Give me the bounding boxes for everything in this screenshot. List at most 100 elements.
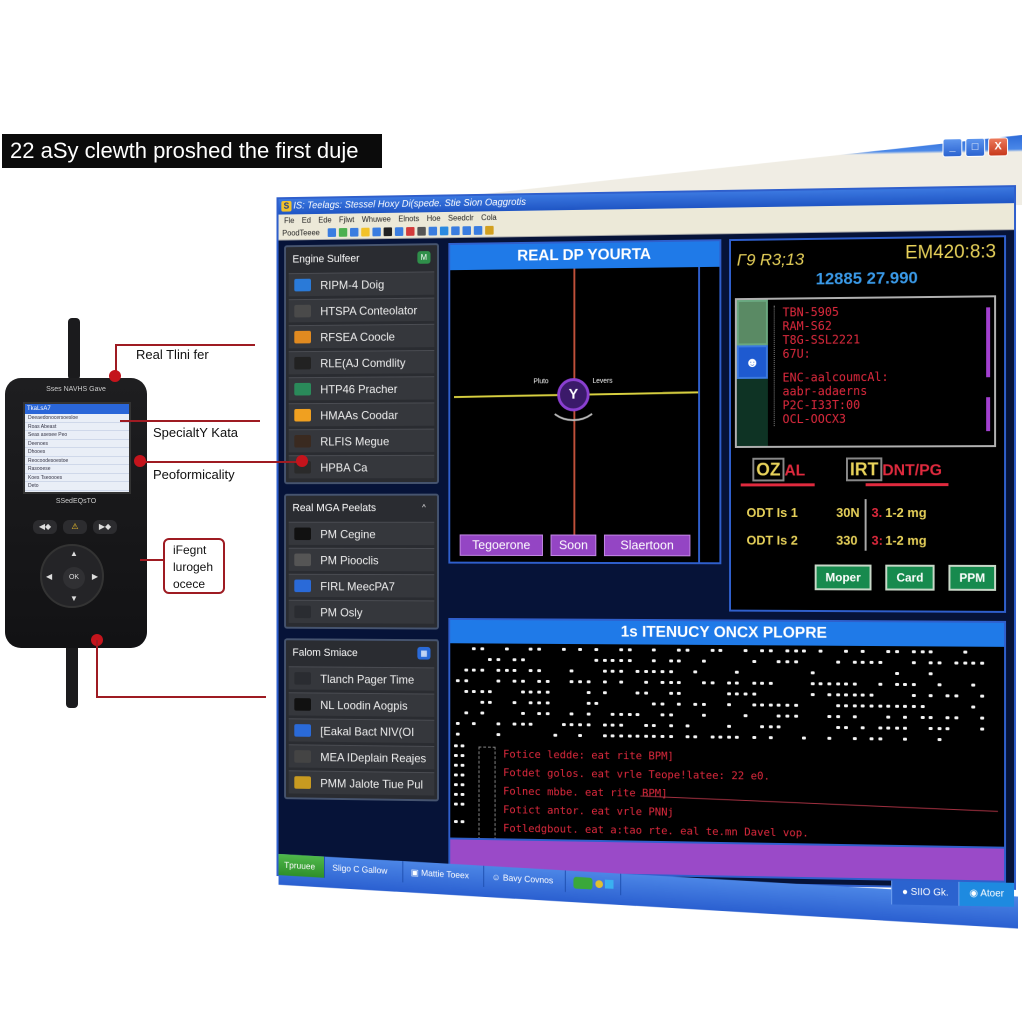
tray-clock[interactable]: ◉ Atoer [958, 881, 1015, 907]
scope-button-tegoerone[interactable]: Tegoerone [459, 534, 543, 556]
arrow-up-icon[interactable]: ▲ [70, 549, 78, 558]
sidebar-panel-title[interactable]: Falom Smiace ▦ [289, 642, 435, 664]
device-screen-row[interactable]: Deenoes [25, 440, 129, 448]
sidebar-item[interactable]: HTP46 Pracher [288, 376, 435, 401]
panel-badge-icon[interactable]: ^ [417, 501, 431, 515]
toolbar-icon[interactable] [462, 226, 472, 236]
minimize-button[interactable]: _ [942, 138, 963, 158]
toolbar-icon[interactable] [339, 228, 348, 237]
arrow-left-icon[interactable]: ◀ [46, 572, 52, 581]
scope-scrollbar[interactable] [698, 266, 720, 563]
toolbar-icon[interactable] [395, 227, 404, 237]
menu-item[interactable]: Ed [302, 214, 311, 227]
device-ok-button[interactable]: OK [63, 567, 85, 589]
device-right-key[interactable]: ▶◆ [93, 520, 117, 534]
toolbar-icon[interactable] [417, 226, 427, 236]
sidebar-item[interactable]: PM Cegine [288, 521, 435, 546]
moper-button[interactable]: Moper [814, 564, 872, 591]
matrix-dot [743, 692, 748, 696]
device-left-key[interactable]: ◀◆ [33, 520, 57, 534]
sidebar-item[interactable]: MEA IDeplain Reajes [288, 744, 435, 770]
toolbar-icon[interactable] [474, 225, 483, 235]
sidebar-item[interactable]: PM Piooclis [288, 547, 435, 572]
device-screen-row[interactable]: Roas Abeast [25, 423, 129, 431]
sidebar-item[interactable]: FIRL MeecPA7 [288, 573, 435, 598]
toolbar-icon[interactable] [384, 227, 393, 237]
device-warning-key[interactable]: ⚠ [63, 520, 87, 534]
ppm-button[interactable]: PPM [948, 564, 997, 591]
menu-item[interactable]: Fle [284, 214, 294, 227]
toolbar-icon[interactable] [485, 225, 495, 235]
sidebar-panel-title[interactable]: Real MGA Peelats ^ [289, 498, 435, 519]
sidebar-item[interactable]: RIPM-4 Doig [288, 271, 435, 297]
sidebar-item[interactable]: RLE(AJ Comdlity [288, 349, 435, 375]
taskbar-item[interactable]: Sligo C Gallow [326, 856, 404, 883]
device-screen-row[interactable]: Dhooes [25, 448, 129, 457]
taskbar-item[interactable]: ☺ Bavy Covnos [486, 865, 566, 892]
toolbar-icon[interactable] [350, 227, 359, 237]
sidebar-item[interactable]: HMAAs Coodar [288, 402, 435, 427]
toolbar-icon[interactable] [451, 226, 461, 236]
sidebar-item[interactable]: PM Osly [288, 599, 435, 624]
sidebar-item[interactable]: NL Loodin Aogpis [288, 692, 435, 717]
maximize-button[interactable]: □ [965, 137, 986, 158]
sidebar-item[interactable]: RLFIS Megue [288, 428, 435, 453]
matrix-dot [504, 647, 509, 651]
device-dpad[interactable]: ▲ ▼ ◀ ▶ OK [40, 544, 104, 608]
arrow-right-icon[interactable]: ▶ [92, 572, 98, 581]
menu-item[interactable]: Whuwee [362, 213, 391, 226]
quick-launch-icons[interactable] [567, 870, 622, 896]
toolbar-icon[interactable] [406, 227, 415, 236]
sidebar-item[interactable]: HTSPA Conteolator [288, 297, 435, 323]
menu-item[interactable]: Seedclr [448, 212, 474, 225]
tray-network[interactable]: ● SIIO Gk. [891, 880, 959, 906]
sidebar-item[interactable]: RFSEA Coocle [288, 323, 435, 349]
close-button[interactable]: X [988, 137, 1009, 157]
panel-badge-icon[interactable]: M [417, 251, 431, 264]
device-screen-row[interactable]: Reocoodesoestoe [25, 457, 129, 465]
header-right-underline [865, 483, 949, 487]
scroll-indicator-bottom[interactable] [986, 397, 991, 432]
sidebar-item-label: RLE(AJ Comdlity [320, 355, 406, 370]
toolbar-icon[interactable] [372, 227, 382, 237]
sidebar-item[interactable]: [Eakal Bact NIV(OI [288, 718, 435, 744]
toolbar-icon[interactable] [429, 226, 438, 236]
device-screen-row[interactable]: Rasooese [25, 465, 129, 474]
menu-item[interactable]: Cola [481, 211, 497, 224]
menu-item[interactable]: Fjlwt [339, 213, 354, 226]
matrix-dot [520, 711, 525, 715]
robot-icon[interactable]: ☻ [736, 345, 768, 379]
card-button[interactable]: Card [885, 564, 935, 591]
start-button[interactable]: Tpruuee [278, 853, 325, 878]
menu-item[interactable]: Hoe [427, 212, 441, 225]
matrix-dot [586, 680, 591, 684]
toolbar-icon[interactable] [328, 228, 337, 237]
menu-item[interactable]: Elnots [398, 212, 419, 225]
scope-knob-icon[interactable]: Y [557, 378, 590, 412]
device-screen-row[interactable]: Koes Tseoooes [25, 474, 129, 482]
matrix-dot [460, 802, 465, 806]
device-screen-row[interactable]: Seas asesee Peo [25, 431, 129, 440]
scroll-indicator-top[interactable] [986, 307, 991, 378]
sidebar-item[interactable]: Tlanch Pager Time [288, 666, 435, 691]
toolbar-icon[interactable] [361, 227, 371, 237]
app-yellow-icon[interactable] [594, 879, 603, 888]
sidebar-item[interactable]: PMM Jalote Tiue Pul [288, 770, 435, 796]
panel-badge-icon[interactable]: ▦ [417, 646, 431, 660]
taskbar-item[interactable]: ▣ Mattie Toeex [405, 861, 485, 888]
device-screen-row[interactable]: Deeaedonocersoesloe [25, 414, 129, 423]
vehicle-photo-icon[interactable] [736, 299, 768, 346]
toolbar-icon[interactable] [440, 226, 449, 236]
sidebar-item[interactable]: HPBA Ca [288, 454, 435, 479]
clock-icon [294, 605, 311, 619]
matrix-dot [911, 661, 916, 665]
sidebar-panel-title[interactable]: Engine Sulfeer M [289, 247, 435, 270]
scope-button-soon[interactable]: Soon [550, 534, 597, 557]
matrix-dot [937, 738, 942, 742]
menu-item[interactable]: Ede [318, 214, 331, 227]
toolbar-label[interactable]: PoodTeeee [282, 228, 320, 237]
arrow-down-icon[interactable]: ▼ [70, 594, 78, 603]
app-blue-icon[interactable] [604, 879, 614, 890]
scope-button-slaertoon[interactable]: Slaertoon [603, 534, 691, 557]
app-green-icon[interactable] [573, 876, 593, 890]
